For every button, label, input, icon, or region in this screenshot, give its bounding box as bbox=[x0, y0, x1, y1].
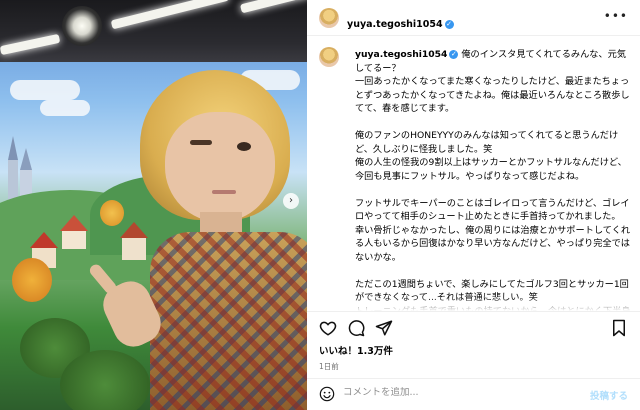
bookmark-icon[interactable] bbox=[610, 319, 628, 337]
verified-badge-icon: ✓ bbox=[444, 20, 454, 29]
carousel-next-icon[interactable]: › bbox=[283, 193, 299, 209]
username-link[interactable]: yuya.tegoshi1054 bbox=[347, 19, 443, 30]
comment-icon[interactable] bbox=[347, 319, 365, 337]
autumn-tree bbox=[100, 200, 124, 226]
caption-paragraph: フットサルでキーパーのことはゴレイロって言うんだけど、ゴレイロやってて相手のシュ… bbox=[355, 197, 631, 263]
more-options-icon[interactable]: ••• bbox=[604, 9, 628, 23]
house-roof bbox=[60, 215, 88, 231]
house bbox=[122, 238, 146, 260]
comment-input[interactable] bbox=[343, 387, 563, 398]
house-roof bbox=[120, 222, 148, 238]
open-eye bbox=[237, 142, 251, 151]
caption-paragraph: yuya.tegoshi1054 ✓ 俺のインスタ見てくれてるみんな、元気してるー… bbox=[355, 48, 631, 116]
post-comment-button[interactable]: 投稿する bbox=[590, 388, 628, 402]
winking-eye bbox=[190, 140, 212, 145]
caption-avatar[interactable] bbox=[319, 47, 339, 67]
heart-icon[interactable] bbox=[319, 319, 337, 337]
plant bbox=[60, 350, 150, 410]
comment-bar: 投稿する bbox=[307, 378, 640, 410]
post-side-panel: yuya.tegoshi1054 ✓ ••• yuya.tegoshi1054 ✓ … bbox=[307, 0, 640, 410]
post-time[interactable]: 1日前 bbox=[319, 361, 339, 372]
mouth bbox=[212, 190, 236, 194]
header-user: yuya.tegoshi1054 ✓ bbox=[347, 12, 454, 31]
caption-paragraph: 俺のファンのHONEYYYのみんなは知ってくれてると思うんだけど、久しぶりに怪我… bbox=[355, 130, 627, 182]
post-header: yuya.tegoshi1054 ✓ ••• bbox=[307, 0, 640, 36]
patterned-shirt bbox=[150, 232, 307, 410]
person-face bbox=[165, 112, 275, 222]
studio-spotlight bbox=[62, 6, 102, 46]
action-bar bbox=[307, 311, 640, 341]
emoji-icon[interactable] bbox=[319, 386, 335, 402]
avatar[interactable] bbox=[319, 8, 339, 28]
caption-fade bbox=[307, 297, 640, 311]
cloud bbox=[10, 80, 80, 100]
house-roof bbox=[30, 232, 58, 248]
likes-count[interactable]: いいね！1.3万件 bbox=[319, 343, 393, 357]
autumn-tree bbox=[12, 258, 52, 302]
caption-text: yuya.tegoshi1054 ✓ 俺のインスタ見てくれてるみんな、元気してるー… bbox=[355, 48, 631, 311]
verified-badge-icon: ✓ bbox=[449, 50, 459, 59]
caption-area: yuya.tegoshi1054 ✓ 俺のインスタ見てくれてるみんな、元気してるー… bbox=[307, 37, 640, 311]
cloud bbox=[40, 100, 90, 116]
share-icon[interactable] bbox=[375, 319, 393, 337]
caption-username[interactable]: yuya.tegoshi1054 bbox=[355, 49, 447, 60]
instagram-post: › yuya.tegoshi1054 ✓ ••• yuya.tegoshi1054… bbox=[0, 0, 640, 410]
house bbox=[62, 231, 86, 249]
post-photo[interactable]: › bbox=[0, 0, 307, 410]
